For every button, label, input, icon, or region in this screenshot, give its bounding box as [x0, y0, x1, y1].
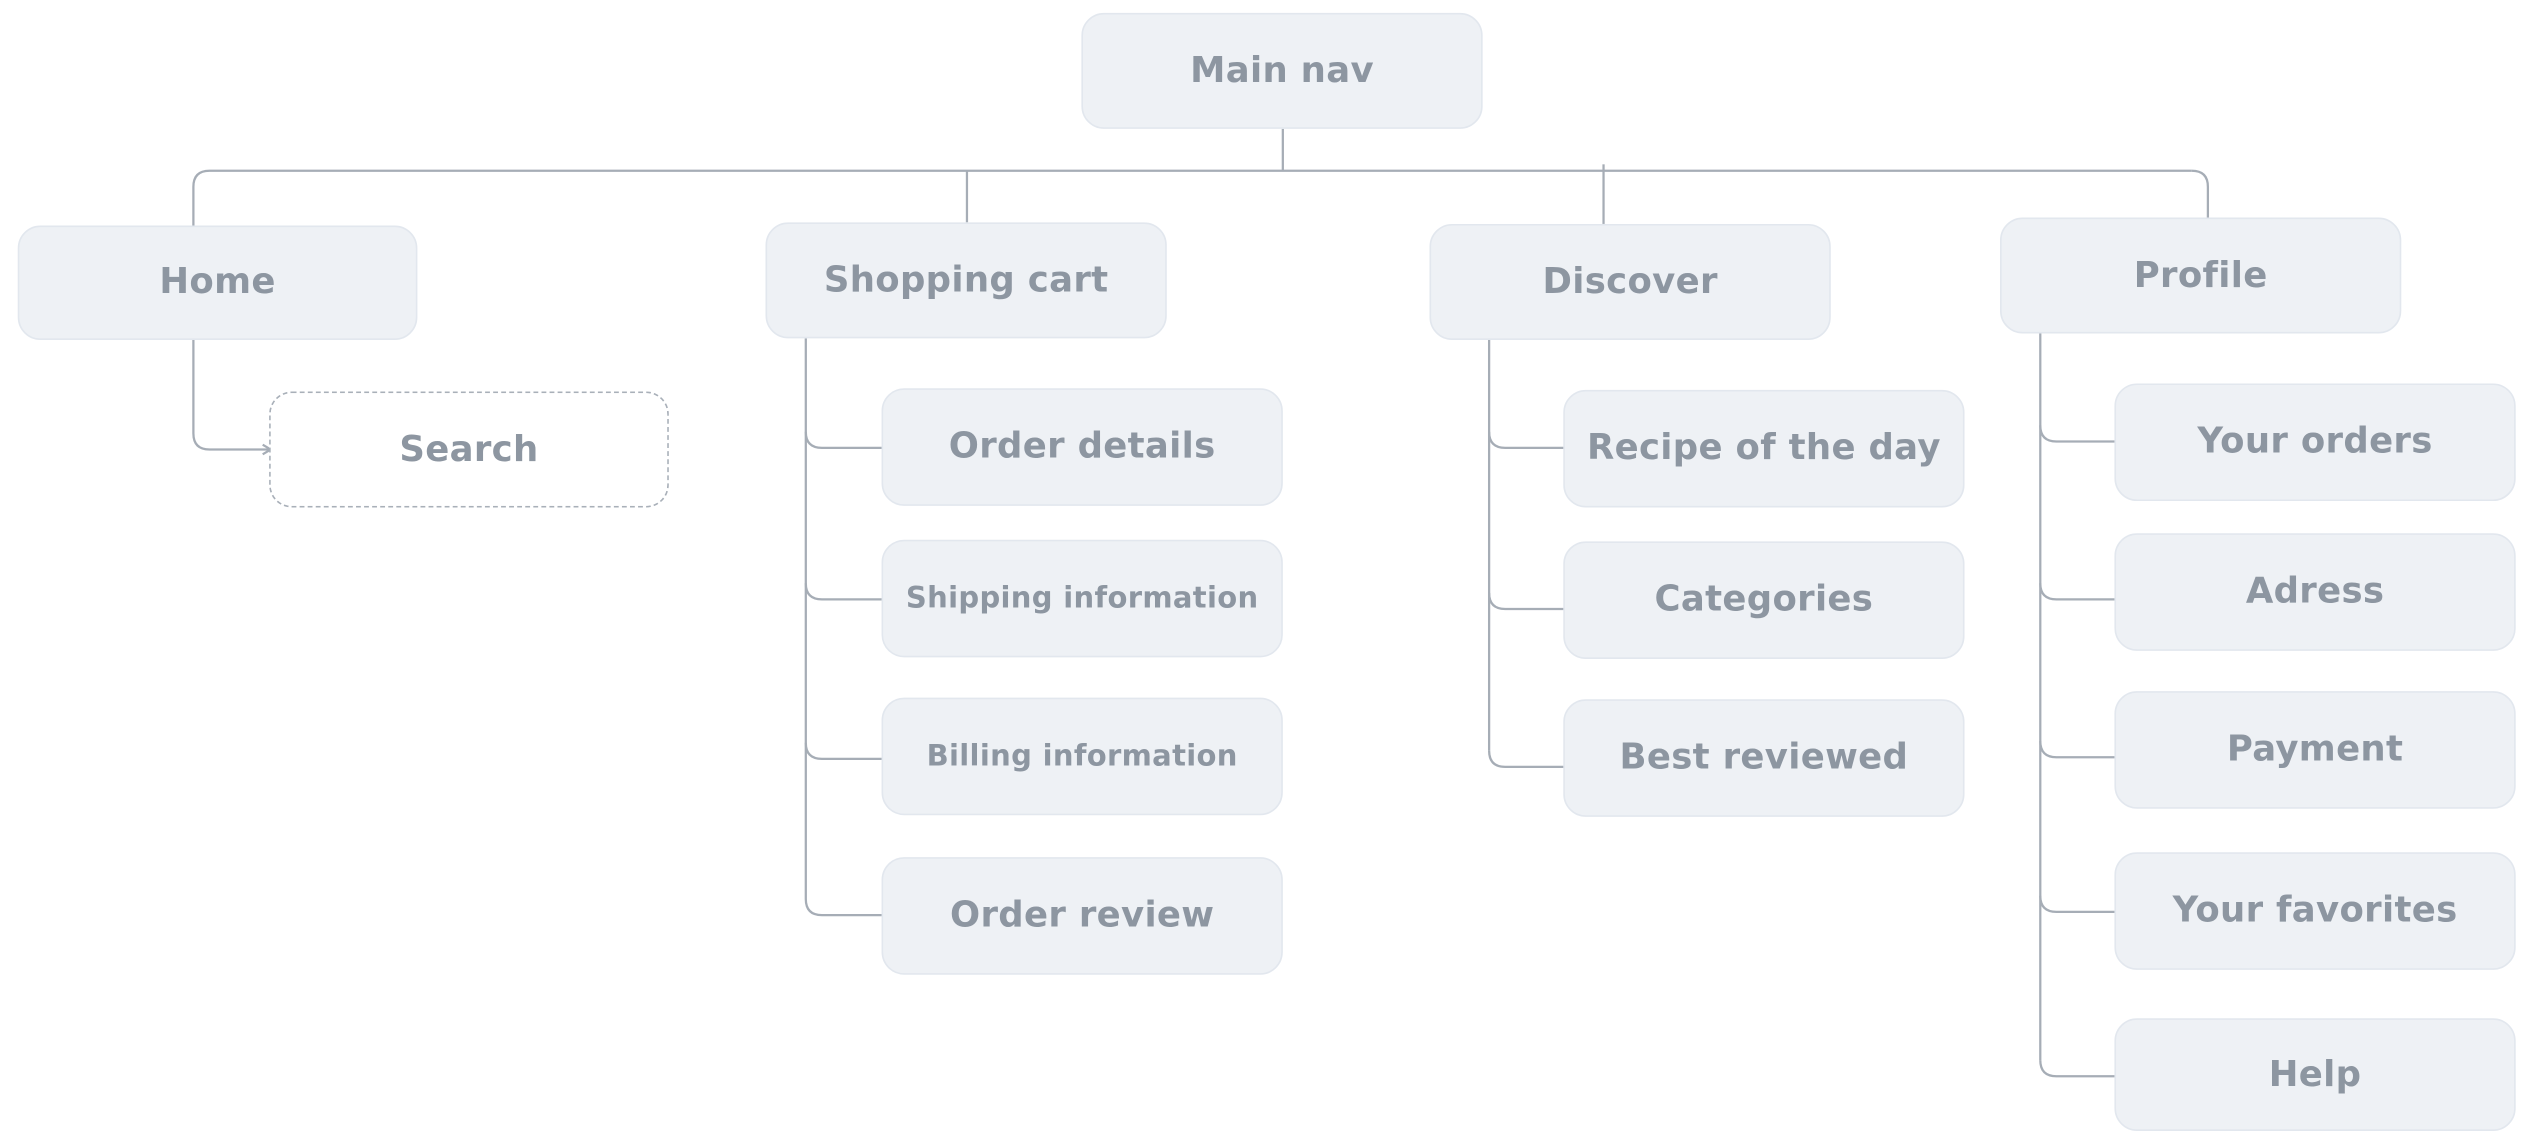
node-payment: Payment: [2114, 691, 2516, 809]
node-order-details-label: Order details: [948, 426, 1216, 468]
connector-discover-best: [1487, 750, 1565, 769]
node-order-details: Order details: [881, 388, 1283, 506]
node-payment-label: Payment: [2226, 729, 2404, 771]
node-profile: Profile: [1999, 217, 2402, 334]
node-order-review: Order review: [881, 857, 1283, 975]
node-shopping-cart-label: Shopping cart: [823, 260, 1109, 301]
connector-cart-shipping: [804, 583, 884, 601]
node-home: Home: [17, 225, 418, 340]
node-discover: Discover: [1429, 223, 1831, 340]
node-help-label: Help: [2268, 1054, 2362, 1095]
node-billing-information: Billing information: [881, 697, 1283, 816]
connector-to-home: [192, 169, 210, 226]
node-your-favorites: Your favorites: [2114, 852, 2516, 970]
node-shipping-information-label: Shipping information: [905, 581, 1259, 616]
node-shopping-cart: Shopping cart: [765, 222, 1167, 339]
node-billing-information-label: Billing information: [926, 739, 1238, 774]
node-best-reviewed-label: Best reviewed: [1619, 737, 1909, 779]
node-your-orders-label: Your orders: [2197, 422, 2433, 463]
connector-cart-billing: [804, 742, 884, 760]
node-adress-label: Adress: [2245, 571, 2385, 613]
node-home-label: Home: [159, 262, 276, 303]
connector-discover-categories: [1487, 592, 1565, 611]
node-categories: Categories: [1563, 541, 1965, 659]
node-main-nav: Main nav: [1081, 12, 1483, 129]
node-order-review-label: Order review: [950, 895, 1215, 937]
connector-profile-adress: [2039, 583, 2117, 601]
connector-profile-favorites: [2039, 895, 2117, 914]
node-profile-label: Profile: [2133, 255, 2268, 296]
node-best-reviewed: Best reviewed: [1563, 699, 1965, 817]
node-search: Search: [269, 391, 669, 508]
connector-profile-orders: [2039, 425, 2117, 443]
connector-home-search: [192, 339, 271, 451]
node-recipe-of-the-day-label: Recipe of the day: [1586, 428, 1941, 469]
node-search-label: Search: [399, 429, 539, 470]
connector-profile-payment: [2039, 741, 2117, 759]
node-adress: Adress: [2114, 533, 2516, 651]
node-help: Help: [2114, 1018, 2516, 1131]
node-discover-label: Discover: [1542, 261, 1718, 303]
connector-cart-order-details: [804, 431, 884, 450]
connector-discover-recipe: [1487, 431, 1565, 450]
node-recipe-of-the-day: Recipe of the day: [1563, 389, 1965, 508]
node-main-nav-label: Main nav: [1190, 50, 1374, 92]
connector-to-profile: [2191, 169, 2210, 218]
node-shipping-information: Shipping information: [881, 539, 1283, 658]
sitemap-diagram: Main nav Home Shopping cart Discover Pro…: [0, 0, 2527, 1131]
node-your-orders: Your orders: [2114, 383, 2516, 502]
connector-profile-help: [2039, 1060, 2117, 1078]
node-categories-label: Categories: [1654, 579, 1874, 621]
connector-cart-order-review: [804, 898, 884, 917]
node-your-favorites-label: Your favorites: [2172, 890, 2458, 932]
